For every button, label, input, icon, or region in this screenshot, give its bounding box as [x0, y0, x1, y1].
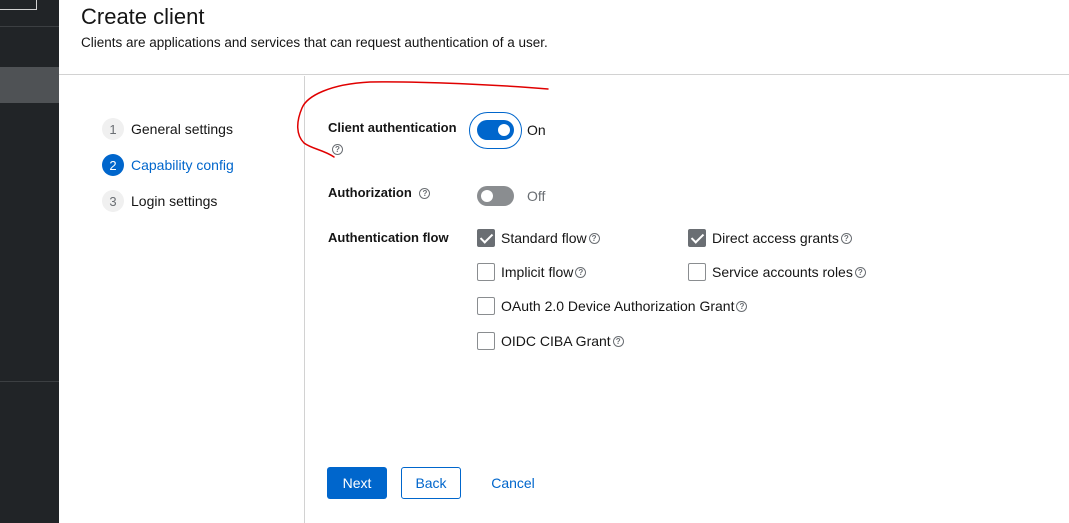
checkbox-box[interactable] — [477, 263, 495, 281]
checkbox-box[interactable] — [477, 297, 495, 315]
toggle-state-text: On — [527, 122, 546, 138]
standard-flow-checkbox[interactable]: Standard flow ? — [477, 229, 600, 247]
checkbox-label: Standard flow — [501, 230, 587, 246]
page-description: Clients are applications and services th… — [81, 35, 548, 50]
sidebar-active-item[interactable] — [0, 67, 59, 103]
help-icon[interactable]: ? — [854, 266, 866, 278]
checkbox-box[interactable] — [688, 229, 706, 247]
step-number: 2 — [102, 154, 124, 176]
wizard-step-login-settings[interactable]: 3 Login settings — [102, 190, 217, 212]
step-number: 3 — [102, 190, 124, 212]
page-header: Create client Clients are applications a… — [59, 0, 1069, 75]
help-icon[interactable]: ? — [612, 335, 624, 347]
authorization-label-text: Authorization — [328, 185, 412, 200]
checkbox-label: OAuth 2.0 Device Authorization Grant — [501, 298, 735, 314]
app-sidebar — [0, 0, 59, 523]
toggle-knob — [481, 190, 493, 202]
client-authentication-toggle[interactable]: On — [477, 120, 546, 140]
help-icon[interactable]: ? — [588, 232, 600, 244]
help-icon[interactable]: ? — [575, 266, 587, 278]
help-icon[interactable]: ? — [419, 188, 431, 200]
help-icon[interactable]: ? — [736, 300, 748, 312]
wizard-nav: 1 General settings 2 Capability config 3… — [59, 76, 305, 523]
client-authentication-label: Client authentication — [328, 120, 457, 135]
step-label: Capability config — [131, 157, 234, 173]
checkbox-box[interactable] — [688, 263, 706, 281]
toggle-knob — [498, 124, 510, 136]
help-icon[interactable]: ? — [840, 232, 852, 244]
oauth-device-authorization-grant-checkbox[interactable]: OAuth 2.0 Device Authorization Grant ? — [477, 297, 748, 315]
page-title: Create client — [81, 4, 205, 29]
wizard-step-capability-config[interactable]: 2 Capability config — [102, 154, 234, 176]
toggle-switch[interactable] — [477, 120, 514, 140]
wizard-step-general-settings[interactable]: 1 General settings — [102, 118, 233, 140]
sidebar-divider — [0, 26, 59, 27]
oidc-ciba-grant-checkbox[interactable]: OIDC CIBA Grant ? — [477, 332, 624, 350]
service-accounts-roles-checkbox[interactable]: Service accounts roles ? — [688, 263, 866, 281]
authentication-flow-label: Authentication flow — [328, 230, 449, 245]
checkbox-box[interactable] — [477, 229, 495, 247]
toggle-switch[interactable] — [477, 186, 514, 206]
step-label: Login settings — [131, 193, 218, 209]
implicit-flow-checkbox[interactable]: Implicit flow ? — [477, 263, 587, 281]
sidebar-top-control[interactable] — [0, 0, 37, 10]
toggle-state-text: Off — [527, 188, 546, 204]
step-label: General settings — [131, 121, 233, 137]
authorization-toggle[interactable]: Off — [477, 186, 545, 206]
client-authentication-label-text: Client authentication — [328, 120, 457, 135]
checkbox-box[interactable] — [477, 332, 495, 350]
cancel-button[interactable]: Cancel — [478, 467, 548, 499]
next-button[interactable]: Next — [327, 467, 387, 499]
authorization-label: Authorization ? — [328, 185, 431, 200]
sidebar-divider — [0, 381, 59, 382]
step-number: 1 — [102, 118, 124, 140]
help-icon[interactable]: ? — [332, 144, 343, 155]
checkbox-label: OIDC CIBA Grant — [501, 333, 611, 349]
direct-access-grants-checkbox[interactable]: Direct access grants ? — [688, 229, 852, 247]
back-button[interactable]: Back — [401, 467, 461, 499]
checkbox-label: Implicit flow — [501, 264, 574, 280]
checkbox-label: Direct access grants — [712, 230, 839, 246]
checkbox-label: Service accounts roles — [712, 264, 853, 280]
